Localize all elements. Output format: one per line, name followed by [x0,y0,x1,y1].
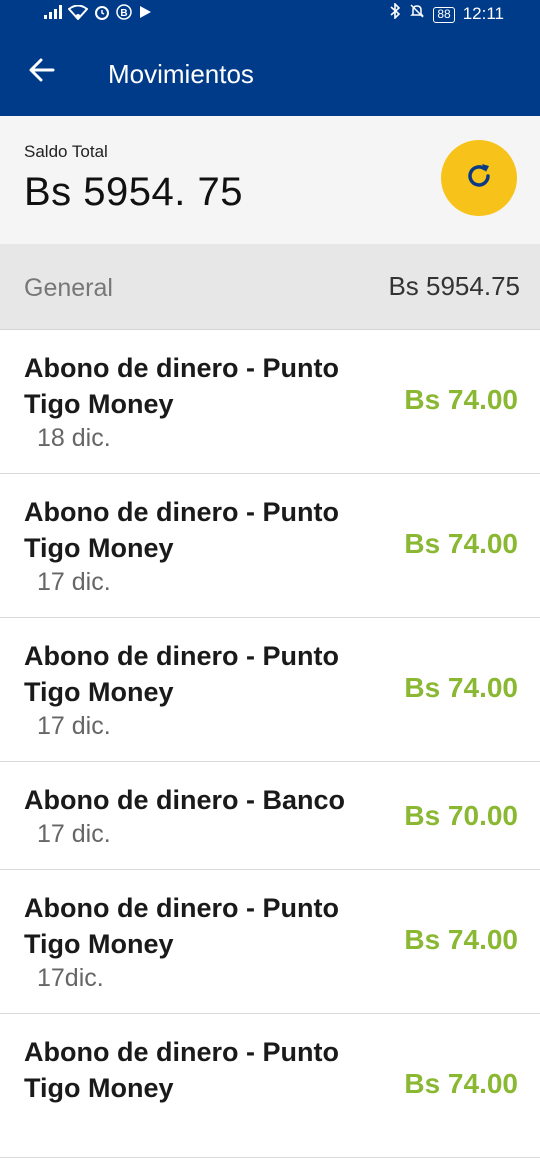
transaction-title: Abono de dinero - Punto Tigo Money [24,641,339,707]
battery-icon: 88 [433,6,455,23]
alarm-icon [94,4,110,26]
transaction-amount: Bs 74.00 [404,1068,518,1099]
page-title: Movimientos [108,59,254,89]
transaction-amount: Bs 74.00 [404,384,518,415]
balance-card: Saldo Total Bs 5954. 75 [0,116,540,244]
transaction-date: 17 dic. [37,568,111,596]
status-bar: B 88 12:11 [0,0,540,30]
arrow-left-icon [29,57,55,88]
transaction-list: Abono de dinero - Punto Tigo Money 18 di… [0,330,540,1158]
status-time: 12:11 [462,4,504,23]
list-item[interactable]: Abono de dinero - Punto Tigo Money 18 di… [0,330,540,474]
transaction-date: 18 dic. [37,424,111,452]
transaction-title: Abono de dinero - Punto Tigo Money [24,497,339,563]
transaction-date: 17 dic. [37,820,111,848]
balance-value: Bs 5954. 75 [24,170,243,214]
b-badge-icon: B [116,4,132,26]
wifi-icon [67,4,89,26]
signal-icon [44,5,62,25]
play-icon [138,5,152,25]
balance-label: Saldo Total [24,142,108,161]
transaction-amount: Bs 74.00 [404,528,518,559]
transaction-date: 17 dic. [37,712,111,740]
status-right-icons: 88 12:11 [389,2,504,25]
back-button[interactable] [20,50,64,94]
refresh-button[interactable] [441,140,517,216]
transaction-title: Abono de dinero - Banco [24,785,345,815]
app-bar: Movimientos [0,30,540,116]
list-item[interactable]: Abono de dinero - Punto Tigo Money 17dic… [0,870,540,1014]
list-item[interactable]: Abono de dinero - Banco 17 dic. Bs 70.00 [0,762,540,870]
transaction-amount: Bs 74.00 [404,672,518,703]
list-item[interactable]: Abono de dinero - Punto Tigo Money Bs 74… [0,1014,540,1158]
list-item[interactable]: Abono de dinero - Punto Tigo Money 17 di… [0,618,540,762]
transaction-title: Abono de dinero - Punto Tigo Money [24,893,339,959]
account-label: General [24,274,113,302]
account-amount: Bs 5954.75 [388,271,520,301]
svg-text:B: B [120,8,127,19]
transaction-title: Abono de dinero - Punto Tigo Money [24,353,339,419]
account-summary-row[interactable]: General Bs 5954.75 [0,244,540,330]
status-left-icons: B [44,4,152,26]
transaction-amount: Bs 74.00 [404,924,518,955]
refresh-icon [462,159,496,198]
bluetooth-icon [389,2,401,25]
transaction-title: Abono de dinero - Punto Tigo Money [24,1037,339,1103]
list-item[interactable]: Abono de dinero - Punto Tigo Money 17 di… [0,474,540,618]
mute-bell-icon [409,3,425,25]
transaction-date: 17dic. [37,964,104,992]
transaction-amount: Bs 70.00 [404,800,518,831]
